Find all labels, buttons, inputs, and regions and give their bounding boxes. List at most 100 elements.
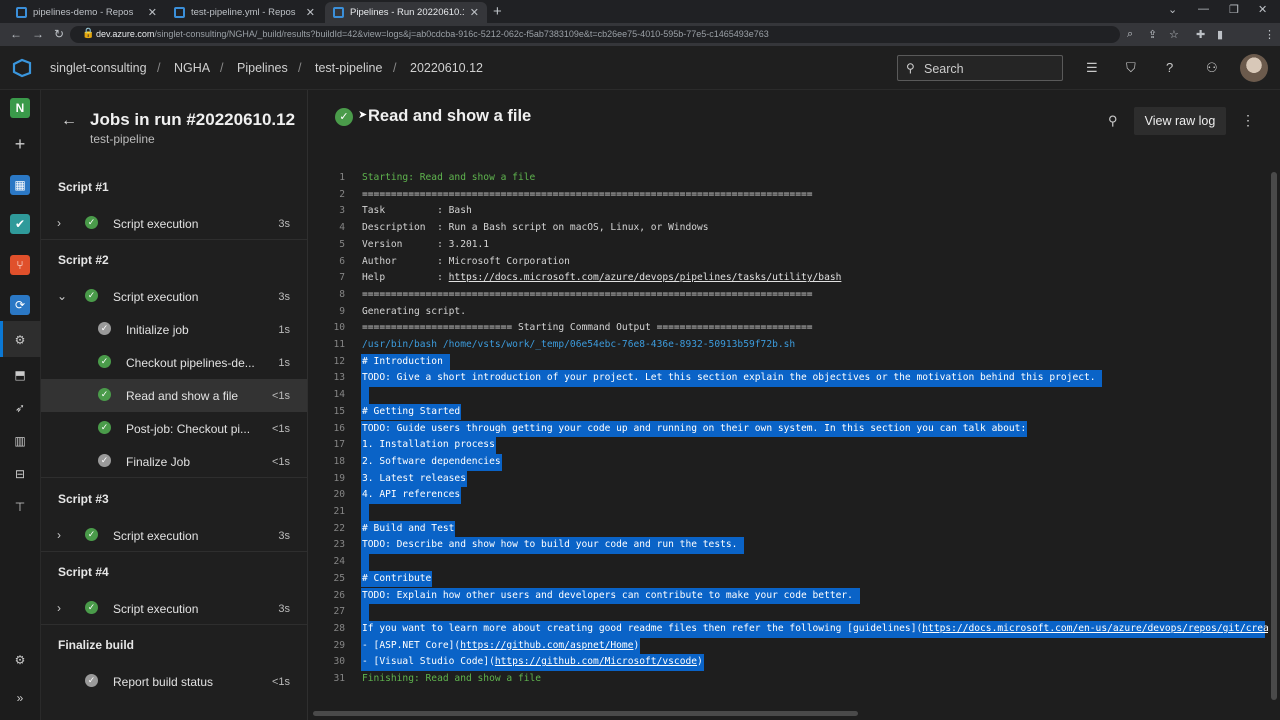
pipelines-icon[interactable]: ⟳ (10, 295, 30, 315)
breadcrumb-organization[interactable]: singlet-consulting (50, 61, 147, 75)
vertical-scrollbar[interactable] (1271, 172, 1277, 700)
breadcrumb-run[interactable]: 20220610.12 (410, 61, 483, 75)
log-link[interactable]: https://docs.microsoft.com/en-us/azure/d… (922, 623, 1268, 634)
browser-menu-icon[interactable]: ⋮ (1264, 28, 1275, 41)
breadcrumb-pipelines[interactable]: Pipelines (237, 61, 288, 75)
view-raw-log-button[interactable]: View raw log (1134, 107, 1226, 135)
repos-icon[interactable]: ⑂ (10, 255, 30, 275)
log-line: 31 Finishing: Read and show a file (308, 671, 1268, 688)
log-link[interactable]: https://docs.microsoft.com/azure/devops/… (449, 272, 842, 283)
close-tab-icon[interactable]: ✕ (148, 6, 157, 19)
close-window-icon[interactable]: ✕ (1258, 3, 1267, 16)
url-text: dev.azure.com/singlet-consulting/NGHA/_b… (96, 29, 769, 39)
search-icon: ⚲ (906, 61, 915, 75)
marketplace-bag-icon[interactable]: ⛉ (1126, 60, 1136, 76)
chevron-right-icon[interactable]: › (57, 601, 61, 615)
chevron-down-icon[interactable]: ⌄ (57, 289, 67, 303)
step-row-selected[interactable]: ✓ Read and show a file <1s (41, 379, 307, 412)
selection-highlight (361, 604, 369, 621)
job-duration: 3s (278, 218, 290, 230)
forward-icon[interactable]: → (32, 27, 44, 41)
browser-tab-1[interactable]: pipelines-demo - Repos ✕ (8, 2, 165, 23)
job-row[interactable]: ⌄ ✓ Script execution 3s (41, 280, 307, 313)
job-row[interactable]: › ✓ Script execution 3s (41, 207, 307, 240)
log-line: 26 TODO: Explain how other users and deve… (308, 587, 1268, 605)
new-tab-icon[interactable]: + (493, 3, 502, 20)
success-check-icon: ✓ (98, 388, 111, 401)
chevron-right-icon[interactable]: › (57, 216, 61, 230)
horizontal-scrollbar[interactable] (313, 711, 858, 716)
job-row[interactable]: › ✓ Script execution 3s (41, 592, 307, 625)
step-row[interactable]: ✓ Checkout pipelines-de... 1s (41, 346, 307, 379)
success-check-icon: ✓ (85, 289, 98, 302)
log-line: 6 Author : Microsoft Corporation (308, 254, 1268, 271)
share-icon[interactable]: ⇪ (1148, 28, 1157, 41)
azure-devops-tab-icon (16, 7, 27, 18)
boards-icon[interactable]: ✔ (10, 214, 30, 234)
project-avatar[interactable]: N (10, 98, 30, 118)
task-groups-icon[interactable]: ⊟ (10, 464, 30, 484)
search-input[interactable]: ⚲ Search (897, 55, 1063, 81)
step-duration: <1s (271, 456, 290, 468)
step-row[interactable]: ✓ Post-job: Checkout pi... <1s (41, 412, 307, 445)
add-icon[interactable]: + (10, 134, 30, 154)
log-line: 14 (308, 387, 1268, 404)
ado-header: singlet-consulting / NGHA / Pipelines / … (0, 46, 1280, 90)
work-items-list-icon[interactable]: ☰ (1086, 60, 1098, 76)
reload-icon[interactable]: ↻ (54, 27, 64, 41)
browser-tab-2[interactable]: test-pipeline.yml - Repos ✕ (166, 2, 323, 23)
success-check-icon: ✓ (98, 421, 111, 434)
back-icon[interactable]: ← (10, 27, 22, 41)
azure-devops-logo-icon[interactable] (12, 58, 32, 78)
zoom-icon[interactable]: ⌕ (1127, 28, 1133, 41)
overview-icon[interactable]: ▦ (10, 175, 30, 195)
log-link[interactable]: https://github.com/aspnet/Home (460, 640, 633, 651)
log-line-text: # Build and Test (362, 522, 455, 534)
user-avatar[interactable] (1240, 54, 1268, 82)
log-line-text: 1. Installation process (362, 439, 495, 451)
step-row[interactable]: ✓ Finalize Job <1s (41, 445, 307, 478)
environments-icon[interactable]: ⬒ (10, 365, 30, 385)
log-line-number: 11 (333, 339, 345, 350)
pipelines-runs-icon[interactable]: ⚙ (10, 330, 30, 350)
log-line: 30 - [Visual Studio Code](https://github.… (308, 654, 1268, 671)
log-line-number: 17 (333, 439, 345, 451)
browser-tab-3[interactable]: Pipelines - Run 20220610.12 logs ✕ (325, 2, 487, 23)
back-arrow-icon[interactable]: ← (61, 112, 77, 130)
log-line: 18 2. Software dependencies (308, 453, 1268, 471)
chevron-right-icon[interactable]: › (57, 528, 61, 542)
breadcrumb-pipeline[interactable]: test-pipeline (315, 61, 382, 75)
close-tab-icon[interactable]: ✕ (470, 6, 479, 19)
tab-search-chevron-icon[interactable]: ⌄ (1168, 3, 1177, 16)
search-log-icon[interactable]: ⚲ (1108, 113, 1118, 129)
extensions-icon[interactable]: ✚ (1196, 28, 1205, 41)
project-settings-gear-icon[interactable]: ⚙ (10, 650, 30, 670)
log-output[interactable]: 1 Starting: Read and show a file 2 ========… (308, 170, 1268, 690)
more-options-icon[interactable]: ⋮ (1241, 112, 1255, 129)
releases-rocket-icon[interactable]: ➶ (10, 398, 30, 418)
log-line-number: 31 (333, 673, 345, 684)
log-title: Read and show a file (368, 107, 532, 125)
user-settings-icon[interactable]: ⚇ (1206, 60, 1218, 76)
close-tab-icon[interactable]: ✕ (306, 6, 315, 19)
expand-rail-icon[interactable]: » (10, 688, 30, 708)
breadcrumb-project[interactable]: NGHA (174, 61, 210, 75)
job-row[interactable]: ✓ Report build status <1s (41, 665, 307, 698)
log-line-number: 9 (339, 305, 345, 317)
job-label: Script execution (113, 602, 199, 616)
minimize-icon[interactable]: — (1198, 3, 1209, 15)
log-line: 8 =======================================… (308, 287, 1268, 304)
help-icon[interactable]: ? (1166, 60, 1173, 75)
browser-tab-bar: pipelines-demo - Repos ✕ test-pipeline.y… (0, 0, 1280, 23)
side-panel-icon[interactable]: ▮ (1217, 28, 1223, 41)
maximize-icon[interactable]: ❐ (1229, 3, 1239, 16)
url-field[interactable]: 🔒 dev.azure.com/singlet-consulting/NGHA/… (70, 26, 1120, 43)
lock-icon[interactable]: 🔒 (82, 28, 94, 39)
bookmark-star-icon[interactable]: ☆ (1169, 28, 1179, 41)
step-row[interactable]: ✓ Initialize job 1s (41, 313, 307, 346)
library-icon[interactable]: ▥ (10, 431, 30, 451)
log-line-number: 5 (339, 238, 345, 250)
deployment-groups-icon[interactable]: ⊤ (10, 497, 30, 517)
log-link[interactable]: https://github.com/Microsoft/vscode (495, 656, 697, 667)
job-row[interactable]: › ✓ Script execution 3s (41, 519, 307, 552)
